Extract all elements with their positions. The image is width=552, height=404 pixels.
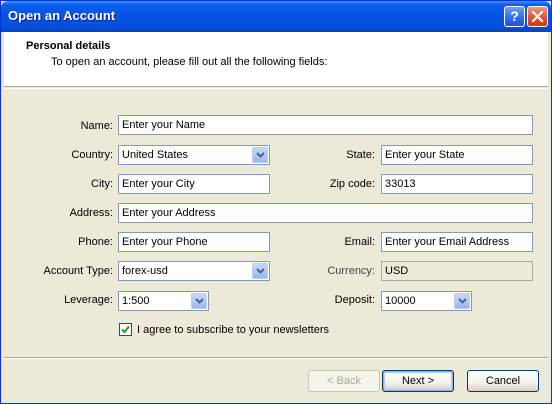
currency-field: USD xyxy=(381,261,533,281)
deposit-dropdown-button[interactable] xyxy=(454,293,470,309)
chevron-down-icon xyxy=(458,298,467,304)
title-bar[interactable]: Open an Account ? xyxy=(1,1,551,32)
email-field[interactable]: Enter your Email Address xyxy=(381,232,533,252)
email-label: Email: xyxy=(344,236,375,248)
help-button[interactable]: ? xyxy=(504,6,525,27)
state-label: State: xyxy=(346,149,375,161)
currency-label: Currency: xyxy=(327,265,375,277)
header-divider xyxy=(4,88,548,89)
leverage-value: 1:500 xyxy=(122,295,150,307)
window-title: Open an Account xyxy=(8,8,116,23)
phone-field[interactable]: Enter your Phone xyxy=(118,232,270,252)
header-panel: Personal details To open an account, ple… xyxy=(4,32,548,87)
account-type-dropdown-button[interactable] xyxy=(252,263,268,279)
checkmark-icon xyxy=(121,325,130,334)
back-button[interactable]: < Back xyxy=(308,370,380,392)
name-field[interactable]: Enter your Name xyxy=(118,115,533,135)
leverage-dropdown-button[interactable] xyxy=(191,293,207,309)
dialog-window: Open an Account ? Personal details To op… xyxy=(0,0,552,404)
country-value: United States xyxy=(122,149,189,161)
help-icon: ? xyxy=(510,8,519,24)
deposit-value: 10000 xyxy=(385,295,416,307)
deposit-select[interactable]: 10000 xyxy=(381,291,472,311)
address-label: Address: xyxy=(69,207,113,219)
state-field[interactable]: Enter your State xyxy=(381,145,533,165)
account-type-select[interactable]: forex-usd xyxy=(118,261,270,281)
account-type-value: forex-usd xyxy=(122,265,168,277)
country-label: Country: xyxy=(71,149,113,161)
header-subtitle: To open an account, please fill out all … xyxy=(51,56,328,68)
chevron-down-icon xyxy=(256,268,265,274)
newsletter-checkbox[interactable] xyxy=(119,323,132,336)
header-title: Personal details xyxy=(26,40,111,52)
account-type-label: Account Type: xyxy=(43,265,113,277)
footer-divider-highlight xyxy=(4,358,548,359)
chevron-down-icon xyxy=(195,298,204,304)
deposit-label: Deposit: xyxy=(334,294,375,306)
chevron-down-icon xyxy=(256,152,265,158)
address-field[interactable]: Enter your Address xyxy=(118,203,533,223)
cancel-button[interactable]: Cancel xyxy=(467,370,539,392)
phone-label: Phone: xyxy=(78,236,113,248)
city-label: City: xyxy=(91,178,113,190)
leverage-select[interactable]: 1:500 xyxy=(118,291,209,311)
city-field[interactable]: Enter your City xyxy=(118,174,270,194)
newsletter-label[interactable]: I agree to subscribe to your newsletters xyxy=(137,324,329,336)
country-select[interactable]: United States xyxy=(118,145,270,165)
name-label: Name: xyxy=(80,120,113,132)
leverage-label: Leverage: xyxy=(64,294,113,306)
close-icon xyxy=(532,11,543,22)
close-button[interactable] xyxy=(527,6,548,27)
next-button[interactable]: Next > xyxy=(382,370,454,392)
zip-label: Zip code: xyxy=(329,178,375,190)
zip-field[interactable]: 33013 xyxy=(381,174,533,194)
country-dropdown-button[interactable] xyxy=(252,147,268,163)
